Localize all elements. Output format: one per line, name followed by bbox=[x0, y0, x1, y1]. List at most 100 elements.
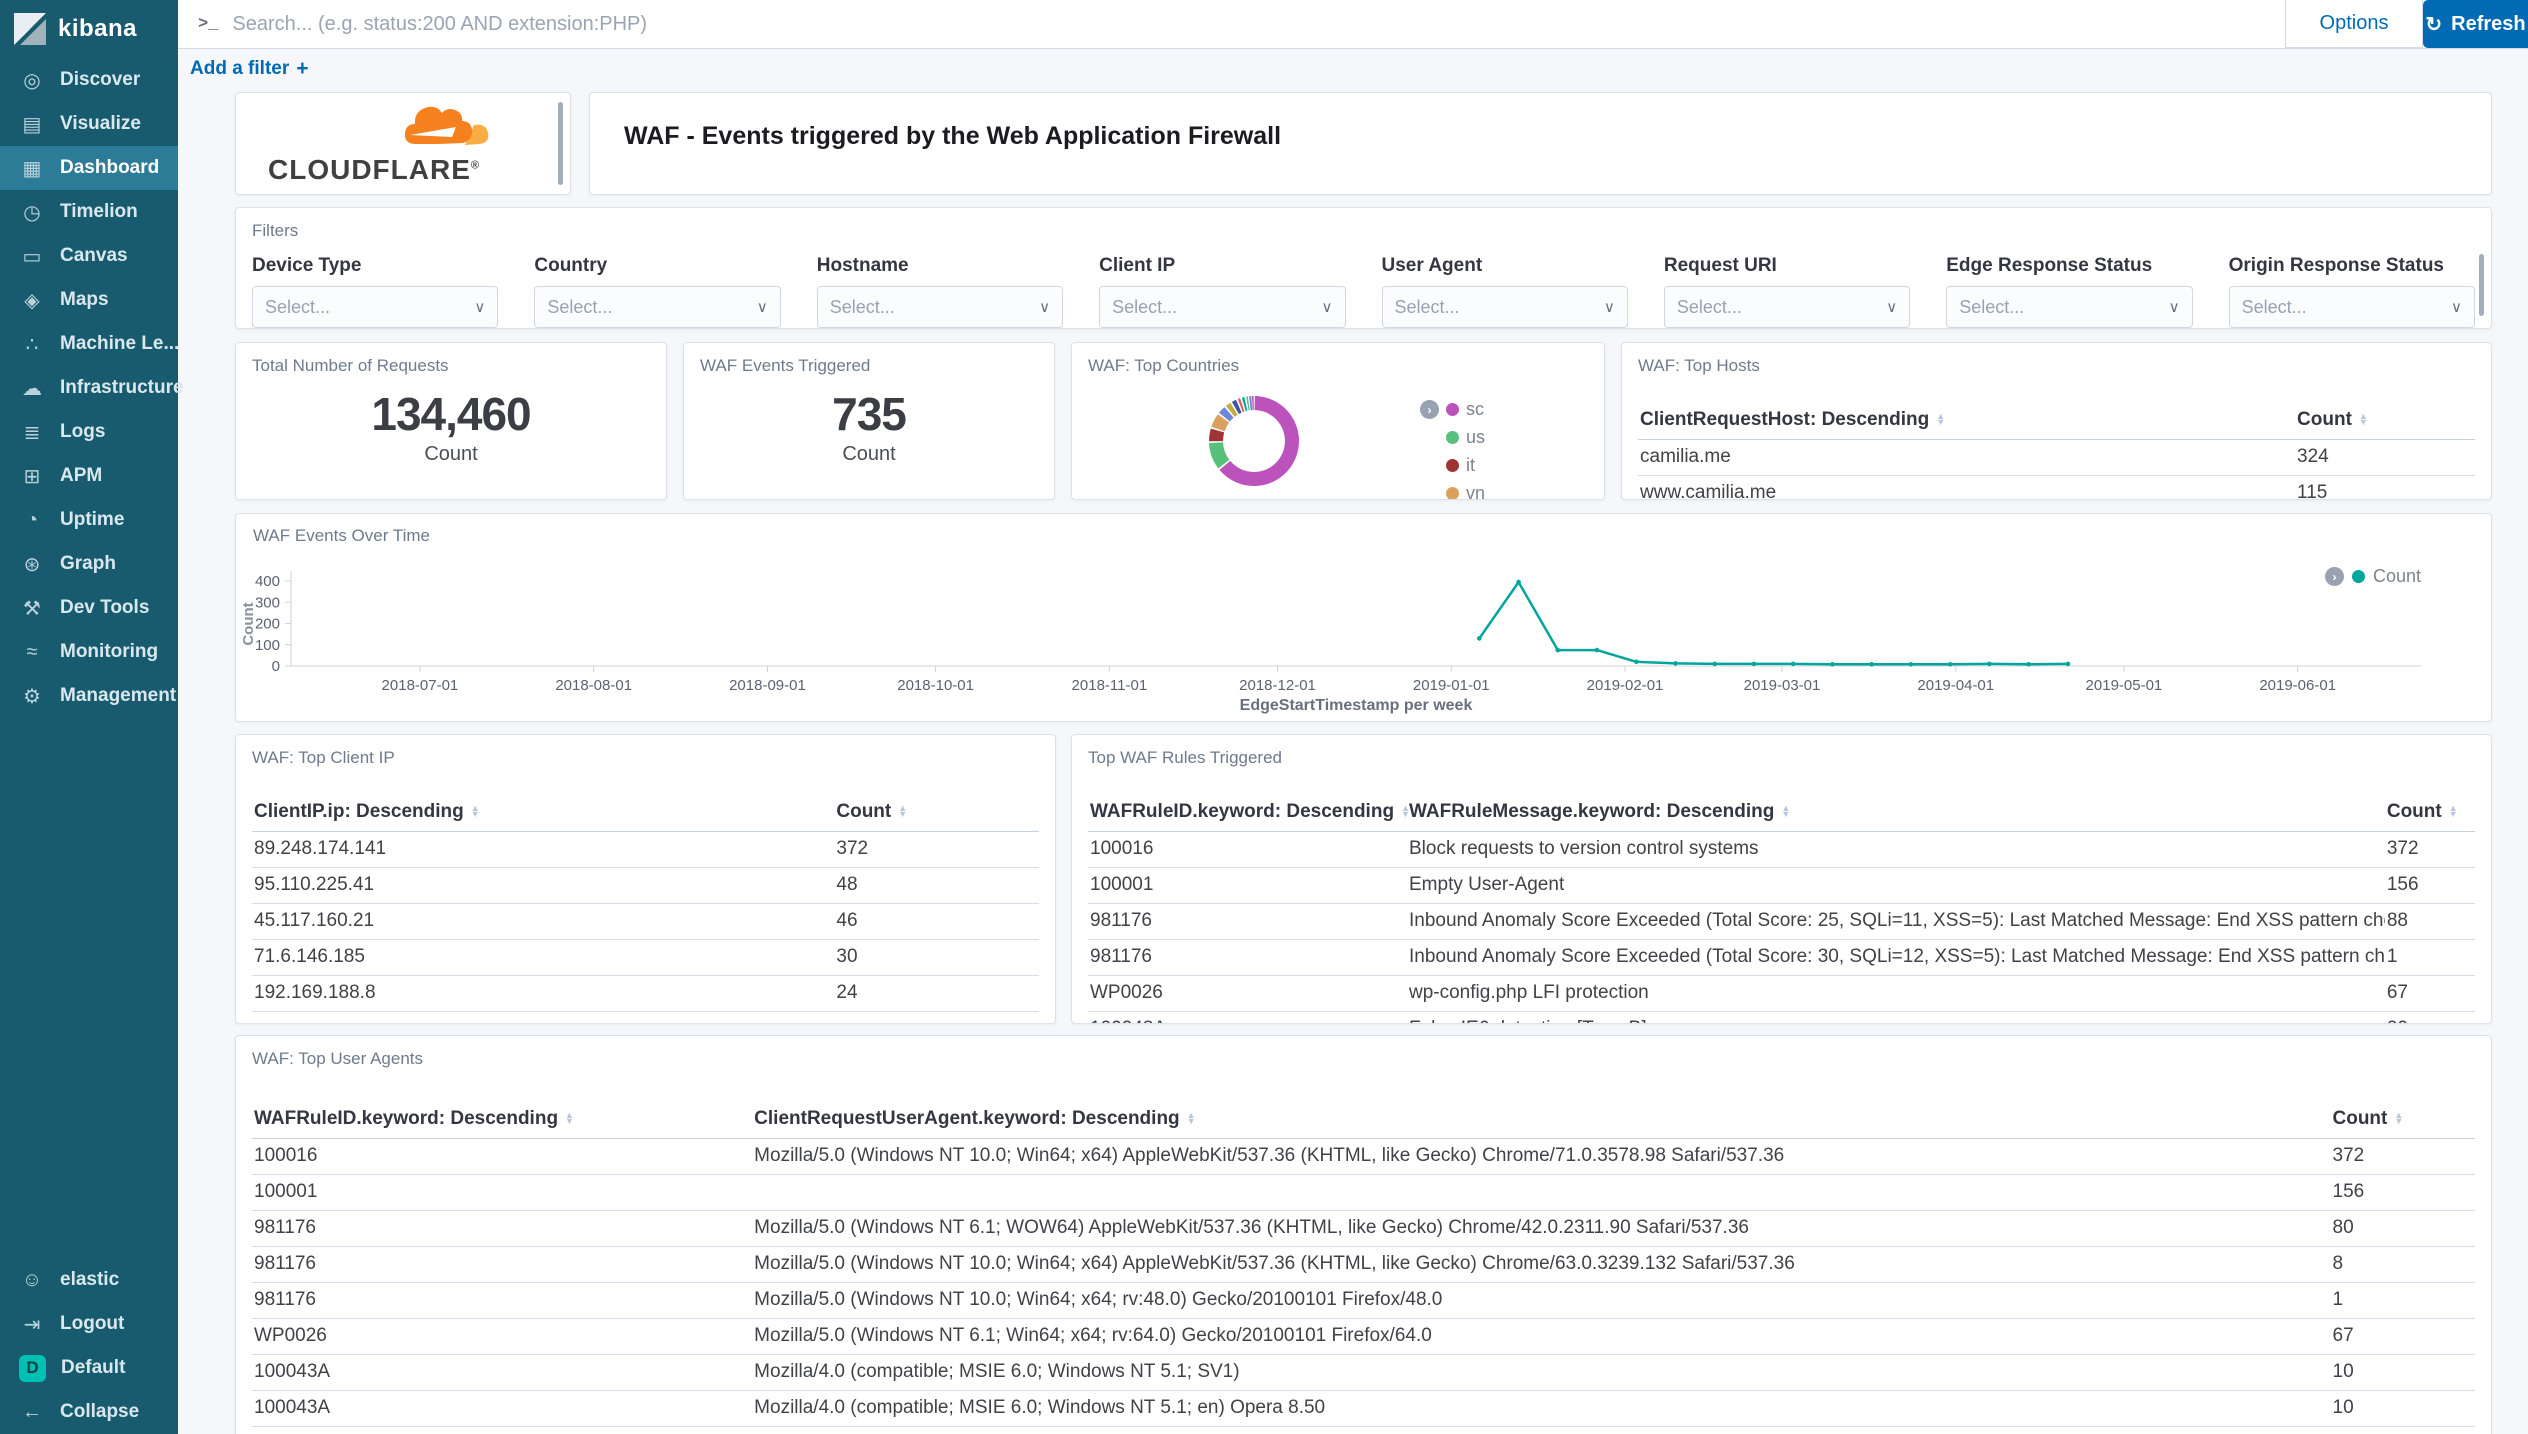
sort-icon[interactable]: ▲▼ bbox=[471, 806, 480, 817]
sort-icon[interactable]: ▲▼ bbox=[2449, 806, 2458, 817]
legend-color-dot bbox=[1446, 431, 1459, 444]
legend-series-label[interactable]: Count bbox=[2373, 566, 2421, 587]
sidebar-item-apm[interactable]: ⊞APM bbox=[0, 454, 178, 498]
column-header-count[interactable]: Count▲▼ bbox=[2331, 1101, 2476, 1139]
panel-scrollbar[interactable] bbox=[558, 102, 563, 185]
sidebar-item-canvas[interactable]: ▭Canvas bbox=[0, 234, 178, 278]
data-point[interactable] bbox=[2066, 662, 2071, 667]
sort-icon[interactable]: ▲▼ bbox=[1187, 1113, 1196, 1124]
data-point[interactable] bbox=[1830, 662, 1835, 667]
table-cell: 981176 bbox=[252, 1211, 752, 1247]
options-button[interactable]: Options bbox=[2285, 0, 2423, 48]
sort-icon[interactable]: ▲▼ bbox=[2359, 414, 2368, 425]
sidebar-item-machine-le[interactable]: ∴Machine Le... bbox=[0, 322, 178, 366]
data-point[interactable] bbox=[1752, 662, 1757, 667]
filter-select-client-ip[interactable]: Select...∨ bbox=[1099, 286, 1345, 328]
sidebar-item-dashboard[interactable]: ▦Dashboard bbox=[0, 146, 178, 190]
legend-expand-icon[interactable]: › bbox=[1420, 400, 1439, 419]
sidebar-item-visualize[interactable]: ▤Visualize bbox=[0, 102, 178, 146]
data-point[interactable] bbox=[1477, 636, 1482, 641]
sidebar-item-logs[interactable]: ≣Logs bbox=[0, 410, 178, 454]
legend-expand-icon[interactable]: › bbox=[2325, 567, 2344, 586]
sort-icon[interactable]: ▲▼ bbox=[898, 806, 907, 817]
sort-icon[interactable]: ▲▼ bbox=[1781, 806, 1790, 817]
donut-slice-it[interactable] bbox=[1209, 429, 1224, 442]
column-header-wafrulemessage-keyword-descending[interactable]: WAFRuleMessage.keyword: Descending▲▼ bbox=[1407, 794, 2385, 832]
filter-select-edge-response-status[interactable]: Select...∨ bbox=[1946, 286, 2192, 328]
table-cell: 324 bbox=[2295, 440, 2475, 476]
column-header-count[interactable]: Count▲▼ bbox=[2385, 794, 2475, 832]
sidebar-nav: ◎Discover▤Visualize▦Dashboard◷Timelion▭C… bbox=[0, 58, 178, 718]
data-point[interactable] bbox=[1516, 580, 1521, 585]
x-tick-label: 2019-02-01 bbox=[1587, 677, 1664, 694]
panel-scrollbar[interactable] bbox=[2479, 254, 2484, 316]
column-header-count[interactable]: Count▲▼ bbox=[834, 794, 1039, 832]
add-filter-link[interactable]: Add a filter + bbox=[190, 57, 309, 81]
data-point[interactable] bbox=[1673, 661, 1678, 666]
table-row: 71.6.146.18530 bbox=[252, 940, 1039, 976]
data-point[interactable] bbox=[1712, 662, 1717, 667]
sidebar-item-dev-tools[interactable]: ⚒Dev Tools bbox=[0, 586, 178, 630]
data-point[interactable] bbox=[1595, 648, 1600, 653]
filter-group-origin-response-status: Origin Response StatusSelect...∨ bbox=[2229, 255, 2475, 328]
sidebar-item-logout[interactable]: ⇥Logout bbox=[0, 1302, 178, 1346]
top-countries-donut-chart[interactable] bbox=[1072, 343, 1605, 500]
search-input[interactable] bbox=[230, 12, 2285, 37]
filter-select-request-uri[interactable]: Select...∨ bbox=[1664, 286, 1910, 328]
sort-icon[interactable]: ▲▼ bbox=[565, 1113, 574, 1124]
column-header-clientrequestuseragent-keyword-descending[interactable]: ClientRequestUserAgent.keyword: Descendi… bbox=[752, 1101, 2330, 1139]
legend-label[interactable]: sc bbox=[1466, 399, 1484, 420]
refresh-button[interactable]: ↻ Refresh bbox=[2423, 0, 2528, 48]
filter-select-country[interactable]: Select...∨ bbox=[534, 286, 780, 328]
top-client-ip-table: ClientIP.ip: Descending▲▼Count▲▼89.248.1… bbox=[252, 794, 1039, 1012]
data-point[interactable] bbox=[1791, 662, 1796, 667]
data-point[interactable] bbox=[1987, 662, 1992, 667]
sort-icon[interactable]: ▲▼ bbox=[2394, 1113, 2403, 1124]
x-tick-label: 2019-05-01 bbox=[2086, 677, 2163, 694]
sidebar-item-uptime[interactable]: ◔Uptime bbox=[0, 498, 178, 542]
series-line-count[interactable] bbox=[1479, 582, 2068, 664]
cloudflare-cloud-icon bbox=[404, 97, 496, 149]
kibana-logo[interactable]: kibana bbox=[0, 0, 178, 58]
filter-select-origin-response-status[interactable]: Select...∨ bbox=[2229, 286, 2475, 328]
column-header-wafruleid-keyword-descending[interactable]: WAFRuleID.keyword: Descending▲▼ bbox=[1088, 794, 1407, 832]
donut-slice-10[interactable] bbox=[1249, 396, 1252, 410]
top-user-agents-table: WAFRuleID.keyword: Descending▲▼ClientReq… bbox=[252, 1101, 2475, 1427]
dashboard-content: CLOUDFLARE® WAF - Events triggered by th… bbox=[178, 90, 2528, 1434]
data-point[interactable] bbox=[2026, 662, 2031, 667]
panel-events-over-time: WAF Events Over Time 01002003004002018-0… bbox=[235, 513, 2492, 722]
data-point[interactable] bbox=[1909, 662, 1914, 667]
column-header-clientip-ip-descending[interactable]: ClientIP.ip: Descending▲▼ bbox=[252, 794, 834, 832]
donut-slice-11[interactable] bbox=[1252, 396, 1254, 410]
machine-learning-icon: ∴ bbox=[18, 332, 46, 357]
column-header-wafruleid-keyword-descending[interactable]: WAFRuleID.keyword: Descending▲▼ bbox=[252, 1101, 752, 1139]
legend-label[interactable]: it bbox=[1466, 455, 1475, 476]
sidebar-item-infrastructure[interactable]: ☁Infrastructure bbox=[0, 366, 178, 410]
table-cell: 100043A bbox=[252, 1391, 752, 1427]
sidebar-item-maps[interactable]: ◈Maps bbox=[0, 278, 178, 322]
sidebar-item-discover[interactable]: ◎Discover bbox=[0, 58, 178, 102]
sidebar-item-graph[interactable]: ⊛Graph bbox=[0, 542, 178, 586]
data-point[interactable] bbox=[1556, 648, 1561, 653]
sidebar-item-management[interactable]: ⚙Management bbox=[0, 674, 178, 718]
data-point[interactable] bbox=[1948, 662, 1953, 667]
sidebar-item-label: Graph bbox=[60, 553, 116, 575]
table-cell: 24 bbox=[834, 976, 1039, 1012]
sidebar-item-timelion[interactable]: ◷Timelion bbox=[0, 190, 178, 234]
filter-select-device-type[interactable]: Select...∨ bbox=[252, 286, 498, 328]
events-over-time-line-chart[interactable]: 01002003004002018-07-012018-08-012018-09… bbox=[236, 514, 2492, 722]
filter-select-user-agent[interactable]: Select...∨ bbox=[1382, 286, 1628, 328]
sidebar-item-collapse[interactable]: ←Collapse bbox=[0, 1390, 178, 1434]
sidebar-item-default[interactable]: DDefault bbox=[0, 1346, 178, 1390]
legend-label[interactable]: us bbox=[1466, 427, 1485, 448]
column-header-count[interactable]: Count▲▼ bbox=[2295, 402, 2475, 440]
sort-icon[interactable]: ▲▼ bbox=[1936, 414, 1945, 425]
data-point[interactable] bbox=[1634, 660, 1639, 665]
sidebar-item-monitoring[interactable]: ≈Monitoring bbox=[0, 630, 178, 674]
column-header-clientrequesthost-descending[interactable]: ClientRequestHost: Descending▲▼ bbox=[1638, 402, 2295, 440]
data-point[interactable] bbox=[1869, 662, 1874, 667]
legend-label[interactable]: vn bbox=[1466, 483, 1485, 500]
filter-select-hostname[interactable]: Select...∨ bbox=[817, 286, 1063, 328]
panel-top-user-agents: WAF: Top User Agents WAFRuleID.keyword: … bbox=[235, 1035, 2492, 1434]
sidebar-item-elastic[interactable]: ☺elastic bbox=[0, 1258, 178, 1302]
